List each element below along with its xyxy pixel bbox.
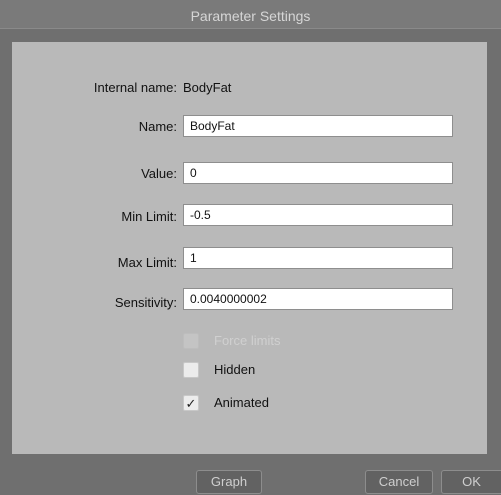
- parameter-settings-window: Parameter Settings Internal name: BodyFa…: [0, 0, 501, 495]
- min-limit-field[interactable]: [183, 204, 453, 226]
- sensitivity-label: Sensitivity:: [114, 295, 177, 310]
- cancel-button[interactable]: Cancel: [365, 470, 433, 494]
- force-limits-label: Force limits: [214, 333, 281, 348]
- hidden-label[interactable]: Hidden: [214, 362, 255, 377]
- title-bar[interactable]: Parameter Settings: [0, 0, 501, 29]
- value-label: Value:: [141, 166, 177, 181]
- name-label: Name:: [138, 119, 177, 134]
- checkmark-icon: ✓: [185, 396, 197, 411]
- ok-button[interactable]: OK: [441, 470, 501, 494]
- graph-button[interactable]: Graph: [196, 470, 262, 494]
- sensitivity-field[interactable]: [183, 288, 453, 310]
- hidden-checkbox[interactable]: [183, 362, 199, 378]
- window-title: Parameter Settings: [190, 8, 311, 24]
- animated-label[interactable]: Animated: [214, 395, 269, 410]
- min-limit-label: Min Limit:: [121, 209, 177, 224]
- value-field[interactable]: [183, 162, 453, 184]
- name-field[interactable]: [183, 115, 453, 137]
- force-limits-checkbox: [183, 333, 199, 349]
- max-limit-field[interactable]: [183, 247, 453, 269]
- internal-name-label: Internal name:: [93, 80, 177, 95]
- internal-name-value: BodyFat: [183, 80, 232, 95]
- animated-checkbox[interactable]: ✓: [183, 395, 199, 411]
- max-limit-label: Max Limit:: [117, 255, 177, 270]
